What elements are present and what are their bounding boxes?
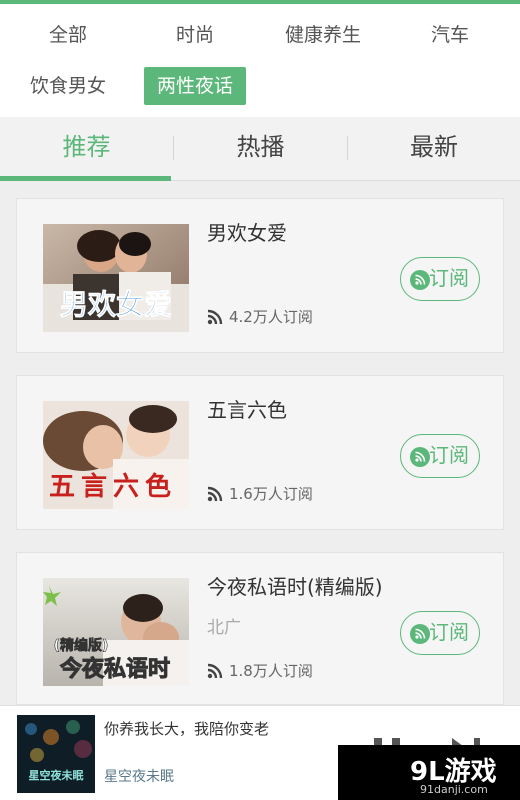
rss-circle-icon bbox=[410, 447, 430, 467]
active-tab-indicator bbox=[0, 176, 171, 181]
cover-subtitle-text: (精编版) bbox=[54, 637, 109, 654]
now-playing-program: 星空夜未眠 bbox=[104, 769, 174, 785]
program-card[interactable]: 五言六色 五言六色 1.6万人订阅 订阅 bbox=[16, 375, 504, 530]
program-title: 男欢女爱 bbox=[207, 221, 287, 245]
rss-circle-icon bbox=[410, 624, 430, 644]
rss-icon bbox=[207, 309, 223, 325]
category-car[interactable]: 汽车 bbox=[410, 16, 490, 54]
subscriber-count: 1.6万人订阅 bbox=[207, 483, 313, 504]
subscribe-button[interactable]: 订阅 bbox=[400, 611, 480, 655]
category-health[interactable]: 健康养生 bbox=[276, 16, 370, 54]
tab-popular[interactable]: 热播 bbox=[174, 117, 347, 181]
program-cover-image: 男欢女爱 bbox=[43, 224, 189, 332]
program-cover-image: (精编版) 今夜私语时 bbox=[43, 578, 189, 686]
tab-newest[interactable]: 最新 bbox=[348, 117, 520, 181]
category-night-talk[interactable]: 两性夜话 bbox=[144, 67, 246, 105]
category-food-relationships[interactable]: 饮食男女 bbox=[22, 67, 114, 105]
rss-icon bbox=[207, 486, 223, 502]
category-fashion[interactable]: 时尚 bbox=[155, 16, 235, 54]
subscriber-count: 1.8万人订阅 bbox=[207, 660, 313, 681]
category-panel: 全部 时尚 健康养生 汽车 饮食男女 两性夜话 bbox=[0, 4, 520, 117]
tab-recommended[interactable]: 推荐 bbox=[0, 117, 173, 181]
cover-title-text: 今夜私语时 bbox=[60, 656, 170, 682]
program-cover-image: 五言六色 bbox=[43, 401, 189, 509]
program-source: 北广 bbox=[207, 618, 241, 638]
now-playing-cover: 星空夜未眠 bbox=[17, 715, 95, 793]
site-watermark: 9L游戏 91danji.com bbox=[338, 745, 520, 800]
watermark-url: 91danji.com bbox=[420, 783, 488, 796]
program-title: 五言六色 bbox=[207, 398, 287, 422]
program-card[interactable]: 男欢女爱 男欢女爱 4.2万人订阅 订阅 bbox=[16, 198, 504, 353]
category-all[interactable]: 全部 bbox=[28, 16, 108, 54]
program-title: 今夜私语时(精编版) bbox=[207, 575, 383, 599]
subscriber-count: 4.2万人订阅 bbox=[207, 306, 313, 327]
cover-title-text: 男欢女爱 bbox=[60, 288, 172, 321]
tab-bar: 推荐 热播 最新 bbox=[0, 117, 520, 181]
cover-title-text: 五言六色 bbox=[49, 471, 177, 502]
cover-title-text: 星空夜未眠 bbox=[29, 768, 84, 782]
rss-circle-icon bbox=[410, 270, 430, 290]
now-playing-title: 你养我长大，我陪你变老 bbox=[104, 720, 270, 738]
subscribe-button[interactable]: 订阅 bbox=[400, 257, 480, 301]
subscribe-button[interactable]: 订阅 bbox=[400, 434, 480, 478]
program-card[interactable]: (精编版) 今夜私语时 今夜私语时(精编版) 北广 1.8万人订阅 订阅 bbox=[16, 552, 504, 705]
rss-icon bbox=[207, 663, 223, 679]
